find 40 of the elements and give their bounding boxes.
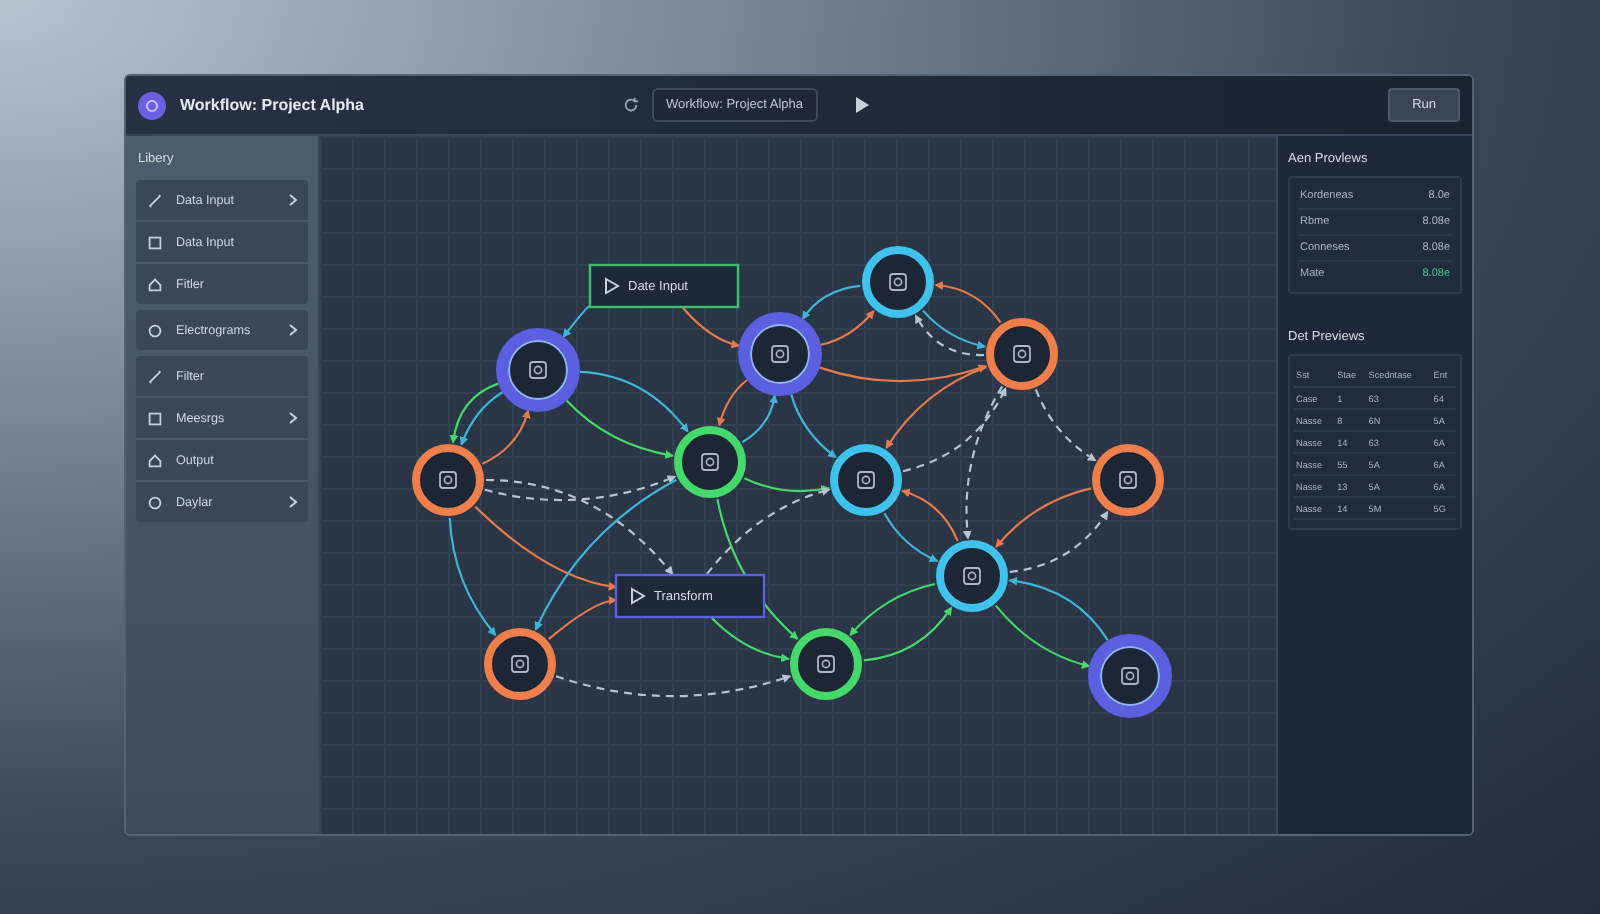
item-icon: [146, 367, 164, 385]
window-title: Workflow: Project Alpha: [180, 96, 365, 114]
graph-node[interactable]: [986, 318, 1058, 390]
graph-node[interactable]: [674, 426, 746, 498]
play-icon: [853, 96, 870, 114]
graph-node[interactable]: [484, 628, 556, 700]
frame-icon: [701, 453, 719, 471]
refresh-icon: [622, 96, 640, 114]
frame-icon: [511, 655, 529, 673]
play-icon: [631, 587, 646, 605]
graph-node[interactable]: [830, 444, 902, 516]
graph-node[interactable]: [936, 540, 1008, 612]
play-icon: [605, 277, 620, 295]
frame-icon: [1013, 345, 1031, 363]
item-icon: [146, 451, 164, 469]
item-icon: [146, 233, 164, 251]
frame-icon: [889, 273, 907, 291]
frame-icon: [963, 567, 981, 585]
graph-node[interactable]: [412, 444, 484, 516]
item-icon: [146, 493, 164, 511]
item-icon: [146, 275, 164, 293]
item-icon: [146, 191, 164, 209]
graph-node[interactable]: [1088, 634, 1172, 718]
logo-icon: [138, 91, 166, 119]
frame-icon: [817, 655, 835, 673]
frame-icon: [771, 345, 789, 363]
item-icon: [146, 321, 164, 339]
graph-node[interactable]: [1092, 444, 1164, 516]
frame-icon: [529, 361, 547, 379]
frame-icon: [1119, 471, 1137, 489]
graph-node[interactable]: [496, 328, 580, 412]
graph-node[interactable]: [790, 628, 862, 700]
graph-node[interactable]: [738, 312, 822, 396]
process-block[interactable]: [614, 573, 766, 619]
frame-icon: [439, 471, 457, 489]
frame-icon: [857, 471, 875, 489]
item-icon: [146, 409, 164, 427]
frame-icon: [1121, 667, 1139, 685]
process-block[interactable]: [588, 263, 740, 309]
graph-node[interactable]: [862, 246, 934, 318]
